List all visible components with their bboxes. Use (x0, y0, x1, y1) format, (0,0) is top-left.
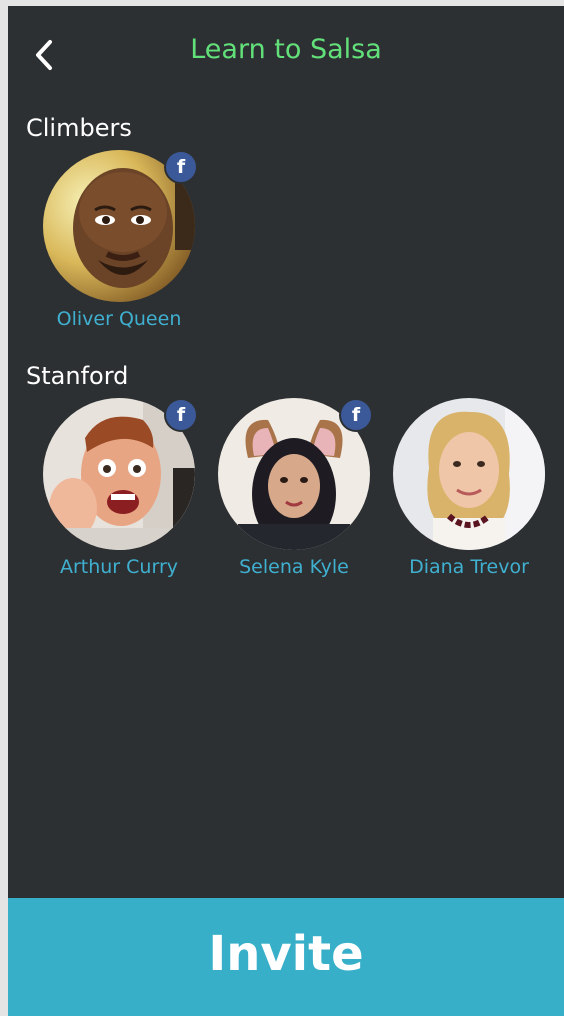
friend-name: Arthur Curry (59, 556, 179, 578)
friend-arthur-curry[interactable]: f Arthur Curry (34, 398, 204, 588)
invite-button[interactable]: Invite (8, 898, 564, 1016)
avatar (393, 398, 545, 550)
friend-oliver-queen[interactable]: f Oliver Queen (34, 150, 204, 340)
friend-name: Selena Kyle (239, 556, 349, 578)
header: Learn to Salsa (8, 6, 564, 96)
facebook-icon: f (164, 150, 198, 184)
friend-name: Oliver Queen (56, 308, 182, 330)
section-title-climbers: Climbers (26, 114, 132, 142)
facebook-icon: f (339, 398, 373, 432)
friend-diana-trevor[interactable]: Diana Trevor (384, 398, 554, 588)
app-screen: Learn to Salsa Climbers f Oliver Queen S… (8, 6, 564, 1016)
friend-name: Diana Trevor (409, 556, 529, 578)
facebook-icon: f (164, 398, 198, 432)
friend-selena-kyle[interactable]: f Selena Kyle (209, 398, 379, 588)
section-title-stanford: Stanford (26, 362, 129, 390)
page-title: Learn to Salsa (190, 34, 382, 65)
